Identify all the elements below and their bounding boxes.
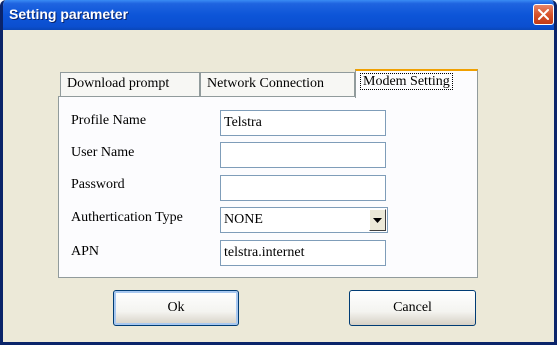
tab-label: Modem Setting: [360, 73, 453, 90]
tab-label: Download prompt: [67, 76, 170, 91]
tab-label: Network Connection: [207, 76, 325, 91]
settings-dialog: Setting parameter Download prompt Networ…: [0, 0, 557, 345]
close-icon: [538, 9, 549, 20]
window-title: Setting parameter: [9, 6, 129, 22]
profile-name-label: Profile Name: [71, 113, 147, 128]
chevron-down-icon: [373, 218, 382, 223]
tab-modem-setting[interactable]: Modem Setting: [355, 69, 478, 98]
password-input[interactable]: [220, 175, 386, 201]
apn-input[interactable]: telstra.internet: [220, 240, 386, 266]
auth-type-select[interactable]: NONE: [220, 207, 388, 233]
profile-name-input[interactable]: Telstra: [220, 110, 386, 136]
close-button[interactable]: [533, 4, 554, 25]
cancel-button[interactable]: Cancel: [349, 290, 476, 326]
title-bar[interactable]: Setting parameter: [3, 0, 554, 30]
auth-type-dropdown-button[interactable]: [369, 209, 386, 231]
password-label: Password: [71, 177, 125, 192]
apn-label: APN: [71, 244, 100, 259]
auth-type-value: NONE: [224, 212, 263, 227]
tab-network-connection[interactable]: Network Connection: [200, 72, 355, 96]
auth-type-label: Authertication Type: [71, 210, 183, 225]
ok-button[interactable]: Ok: [113, 290, 239, 326]
user-name-input[interactable]: [220, 142, 386, 168]
user-name-label: User Name: [71, 145, 135, 160]
tab-download-prompt[interactable]: Download prompt: [60, 72, 200, 96]
